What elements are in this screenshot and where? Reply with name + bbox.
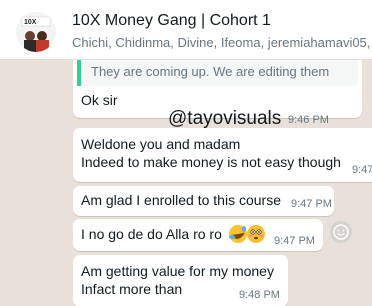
message-time: 9:47 PM bbox=[291, 198, 332, 210]
group-members: Chichi, Chidinma, Divine, Ifeoma, jeremi… bbox=[72, 35, 372, 50]
quoted-message[interactable]: They are coming up. We are editing them bbox=[77, 60, 358, 86]
message-bubble[interactable]: Am getting value for my money Infact mor… bbox=[73, 255, 288, 306]
group-title[interactable]: 10X Money Gang | Cohort 1 bbox=[72, 12, 271, 30]
svg-text:10X: 10X bbox=[24, 19, 37, 26]
message-time: 9:47 PM bbox=[274, 235, 315, 247]
message-text: Am glad I enrolled to this course bbox=[81, 192, 281, 208]
message-text: I no go de do Alla ro ro bbox=[81, 226, 222, 242]
chat-header[interactable]: 10X 10X Money Gang | Cohort 1 Chichi, Ch… bbox=[0, 0, 372, 60]
group-avatar-image: 10X bbox=[16, 12, 56, 52]
message-bubble[interactable]: Weldone you and madam Indeed to make mon… bbox=[73, 128, 372, 182]
message-line: Am getting value for my money bbox=[81, 263, 274, 279]
message-text: Ok sir bbox=[81, 92, 118, 108]
watermark-text: @tayovisuals bbox=[168, 108, 282, 129]
flushed-face-icon bbox=[247, 225, 265, 243]
message-line: Weldone you and madam bbox=[81, 136, 241, 152]
quoted-text: They are coming up. We are editing them bbox=[91, 64, 330, 79]
message-time: 9:46 PM bbox=[288, 114, 329, 126]
message-line: Indeed to make money is not easy though bbox=[81, 154, 341, 170]
reaction-button[interactable] bbox=[330, 221, 352, 243]
smiley-icon bbox=[333, 224, 349, 240]
message-bubble[interactable]: I no go de do Alla ro ro 9:47 PM bbox=[73, 219, 323, 251]
rolling-on-floor-laughing-icon bbox=[229, 225, 247, 243]
chat-area: They are coming up. We are editing them … bbox=[0, 60, 372, 306]
message-time: 9:47 bbox=[352, 164, 372, 176]
message-bubble[interactable]: Am glad I enrolled to this course 9:47 P… bbox=[73, 186, 334, 216]
message-line: Infact more than bbox=[81, 281, 183, 297]
group-avatar[interactable]: 10X bbox=[16, 12, 56, 52]
message-time: 9:48 PM bbox=[239, 289, 280, 301]
